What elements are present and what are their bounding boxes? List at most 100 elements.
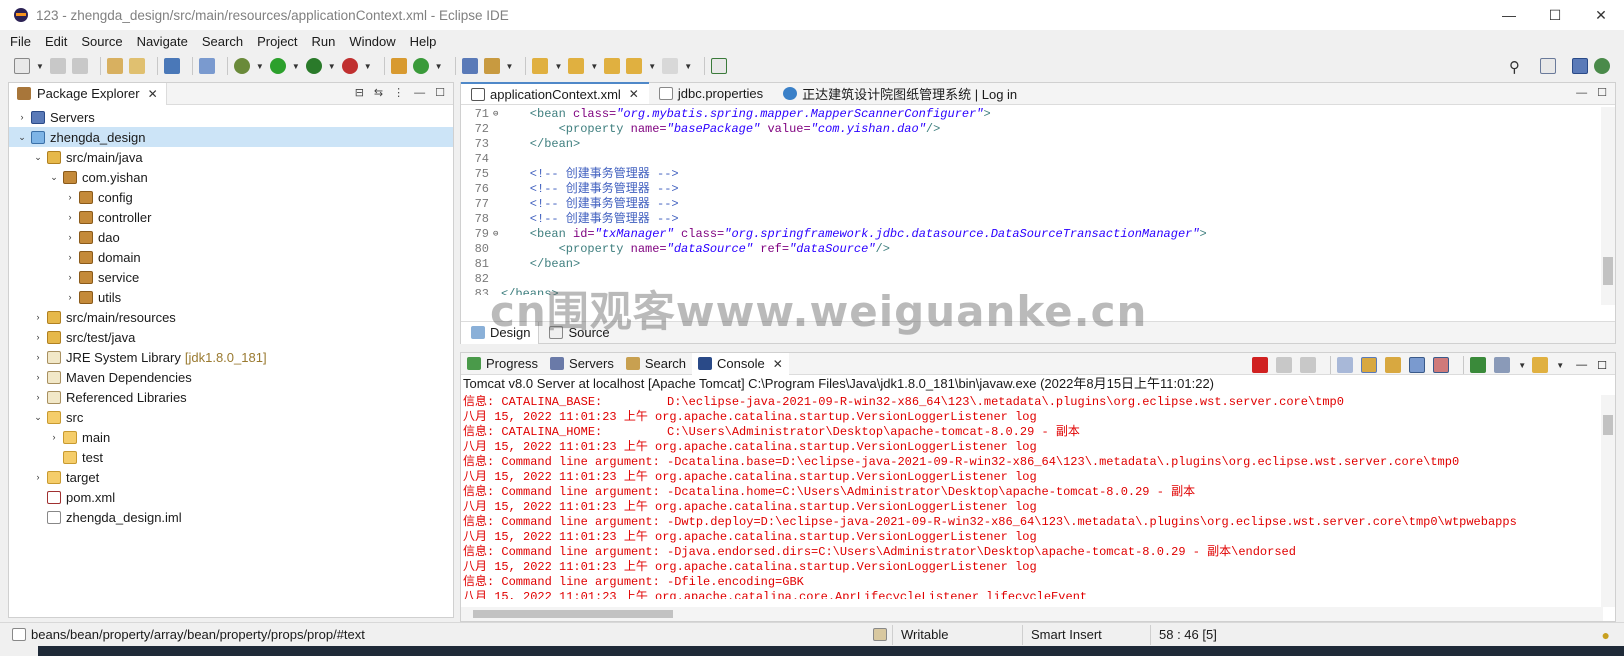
word-wrap-icon[interactable] xyxy=(1385,357,1402,373)
open-perspective-icon[interactable] xyxy=(461,58,478,74)
skip-breakpoints-icon[interactable] xyxy=(198,58,215,74)
fold-marker-icon[interactable] xyxy=(493,197,501,212)
code-area[interactable]: 71 ⊖ <bean class= "org.mybatis.spring.mapp… xyxy=(461,107,1603,295)
chevron-down-icon[interactable]: ▼ xyxy=(36,62,44,71)
next-annotation-icon[interactable] xyxy=(532,58,549,74)
collapsed-arrow-icon[interactable]: › xyxy=(63,232,77,242)
chevron-down-icon[interactable]: ▼ xyxy=(506,62,514,71)
maximize-view-icon[interactable]: ☐ xyxy=(435,86,445,99)
tree-item[interactable]: › controller xyxy=(9,207,453,227)
tree-item[interactable]: zhengda_design.iml xyxy=(9,507,453,527)
chevron-down-icon[interactable]: ▼ xyxy=(1556,361,1564,370)
build-icon[interactable] xyxy=(106,58,123,74)
run-icon[interactable] xyxy=(269,58,286,74)
debug-perspective-icon[interactable] xyxy=(1594,58,1610,74)
debug-icon[interactable] xyxy=(233,58,250,74)
chevron-down-icon[interactable]: ▼ xyxy=(648,62,656,71)
menu-window[interactable]: Window xyxy=(349,34,395,49)
collapsed-arrow-icon[interactable]: › xyxy=(63,212,77,222)
tab-search[interactable]: Search xyxy=(620,353,692,375)
fold-marker-icon[interactable] xyxy=(493,257,501,272)
remove-all-terminated-icon[interactable] xyxy=(1300,357,1317,373)
maximize-view-icon[interactable]: ☐ xyxy=(1597,359,1607,372)
minimize-view-icon[interactable]: — xyxy=(414,87,425,99)
tab-browser-login[interactable]: 正达建筑设计院图纸管理系统 | Log in xyxy=(773,82,1027,104)
new-java-class-icon[interactable] xyxy=(412,58,429,74)
tree-item[interactable]: › JRE System Library [jdk1.8.0_181] xyxy=(9,347,453,367)
menu-navigate[interactable]: Navigate xyxy=(137,34,188,49)
minimize-view-icon[interactable]: — xyxy=(1576,87,1587,99)
tree-item[interactable]: ⌄ src xyxy=(9,407,453,427)
tree-item[interactable]: › src/main/resources xyxy=(9,307,453,327)
expanded-arrow-icon[interactable]: ⌄ xyxy=(15,132,29,143)
collapsed-arrow-icon[interactable]: › xyxy=(63,252,77,262)
collapsed-arrow-icon[interactable]: › xyxy=(31,372,45,382)
tree-item[interactable]: › Servers xyxy=(9,107,453,127)
chevron-down-icon[interactable]: ▼ xyxy=(554,62,562,71)
new-java-package-icon[interactable] xyxy=(390,58,407,74)
menu-file[interactable]: File xyxy=(10,34,31,49)
chevron-down-icon[interactable]: ▼ xyxy=(1518,361,1526,370)
external-tools-icon[interactable] xyxy=(341,58,358,74)
show-on-stdout-icon[interactable] xyxy=(1409,357,1426,373)
tree-item[interactable]: › domain xyxy=(9,247,453,267)
fold-marker-icon[interactable]: ⊖ xyxy=(493,107,501,122)
console-vertical-scrollbar[interactable] xyxy=(1601,395,1615,607)
tree-item[interactable]: ⌄ zhengda_design xyxy=(9,127,453,147)
collapsed-arrow-icon[interactable]: › xyxy=(47,432,61,442)
maximize-view-icon[interactable]: ☐ xyxy=(1597,86,1607,99)
collapsed-arrow-icon[interactable]: › xyxy=(63,292,77,302)
fold-marker-icon[interactable] xyxy=(493,212,501,227)
tree-item[interactable]: › Maven Dependencies xyxy=(9,367,453,387)
editor-vertical-scrollbar[interactable] xyxy=(1601,107,1615,305)
collapsed-arrow-icon[interactable]: › xyxy=(63,272,77,282)
chevron-down-icon[interactable]: ▼ xyxy=(328,62,336,71)
menu-help[interactable]: Help xyxy=(410,34,437,49)
pin-editor-icon[interactable] xyxy=(711,58,728,74)
save-all-icon[interactable] xyxy=(71,58,88,74)
fold-marker-icon[interactable] xyxy=(493,152,501,167)
menu-search[interactable]: Search xyxy=(202,34,243,49)
tree-item[interactable]: › dao xyxy=(9,227,453,247)
link-with-editor-icon[interactable]: ⇆ xyxy=(374,86,383,99)
console-horizontal-scrollbar[interactable] xyxy=(461,607,1603,621)
view-menu-icon[interactable]: ⋮ xyxy=(393,86,404,99)
search-toolbar-icon[interactable] xyxy=(483,58,500,74)
terminate-icon[interactable] xyxy=(1252,357,1269,373)
collapsed-arrow-icon[interactable]: › xyxy=(31,352,45,362)
fold-marker-icon[interactable] xyxy=(493,182,501,197)
fold-marker-icon[interactable] xyxy=(493,122,501,137)
maximize-button[interactable]: ☐ xyxy=(1532,0,1578,30)
open-type-icon[interactable] xyxy=(128,58,145,74)
tree-item[interactable]: › src/test/java xyxy=(9,327,453,347)
chevron-down-icon[interactable]: ▼ xyxy=(684,62,692,71)
chevron-down-icon[interactable]: ▼ xyxy=(292,62,300,71)
collapsed-arrow-icon[interactable]: › xyxy=(31,472,45,482)
display-console-icon[interactable] xyxy=(1494,357,1511,373)
remove-launch-icon[interactable] xyxy=(1276,357,1293,373)
tab-applicationcontext-xml[interactable]: applicationContext.xml ✕ xyxy=(461,82,649,104)
fold-marker-icon[interactable] xyxy=(493,137,501,152)
tab-console[interactable]: Console ✕ xyxy=(692,352,789,375)
menu-project[interactable]: Project xyxy=(257,34,297,49)
collapse-all-icon[interactable]: ⊟ xyxy=(355,86,364,99)
expanded-arrow-icon[interactable]: ⌄ xyxy=(47,172,61,183)
tree-item[interactable]: › utils xyxy=(9,287,453,307)
tree-item[interactable]: ⌄ src/main/java xyxy=(9,147,453,167)
tab-progress[interactable]: Progress xyxy=(461,353,544,375)
previous-annotation-icon[interactable] xyxy=(568,58,585,74)
fold-marker-icon[interactable] xyxy=(493,242,501,257)
chevron-down-icon[interactable]: ▼ xyxy=(256,62,264,71)
close-icon[interactable]: ✕ xyxy=(773,357,783,371)
close-icon[interactable]: ✕ xyxy=(629,87,639,101)
tree-item[interactable]: › config xyxy=(9,187,453,207)
menu-run[interactable]: Run xyxy=(312,34,336,49)
close-window-button[interactable]: ✕ xyxy=(1578,0,1624,30)
tab-package-explorer[interactable]: Package Explorer ✕ xyxy=(9,82,167,105)
tree-item[interactable]: › target xyxy=(9,467,453,487)
forward-icon[interactable] xyxy=(662,58,679,74)
coverage-icon[interactable] xyxy=(305,58,322,74)
new-icon[interactable] xyxy=(14,58,30,74)
chevron-down-icon[interactable]: ▼ xyxy=(435,62,443,71)
java-ee-perspective-icon[interactable] xyxy=(1572,58,1588,74)
